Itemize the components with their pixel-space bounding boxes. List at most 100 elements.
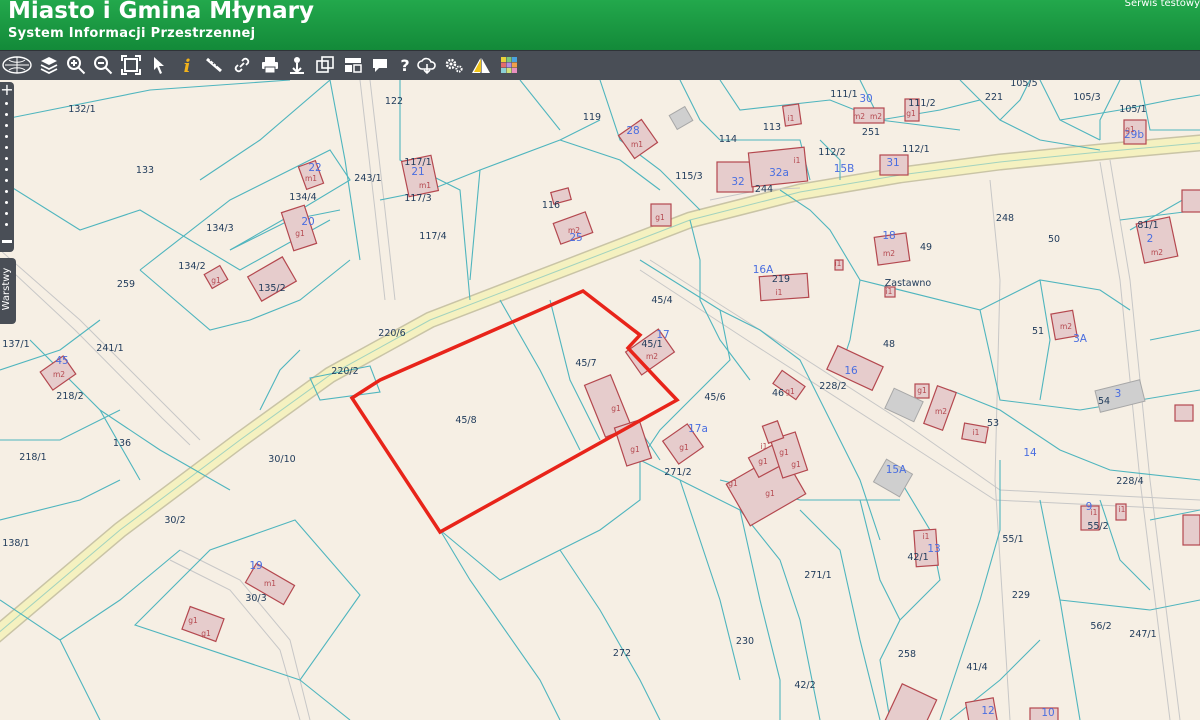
zoom-level-dot[interactable] — [5, 190, 8, 193]
building-type-label: g1 — [1125, 125, 1135, 134]
zoom-level-dot[interactable] — [5, 124, 8, 127]
building-type-label: i1 — [794, 156, 801, 165]
building-type-label: g1 — [211, 276, 221, 285]
cloud-icon[interactable] — [416, 54, 438, 76]
building-type-label: m2 — [1151, 248, 1163, 257]
parcel-number-label: 48 — [883, 339, 895, 350]
parcel-number-label: 45/4 — [651, 295, 672, 306]
comment-icon[interactable] — [369, 54, 391, 76]
select-arrow-icon[interactable] — [148, 54, 170, 76]
address-number-label: 12 — [981, 705, 994, 717]
parcel-number-label: 56/2 — [1090, 621, 1111, 632]
zoom-level-dot[interactable] — [5, 102, 8, 105]
parcel-number-label: 54 — [1098, 396, 1110, 407]
building-type-label: i1 — [761, 442, 768, 451]
parcel-number-label: 45/7 — [575, 358, 596, 369]
parcel-number-label: 49 — [920, 242, 932, 253]
parcel-number-label: 122 — [385, 96, 403, 107]
parcel-number-label: 220/2 — [331, 366, 358, 377]
warning-icon[interactable] — [470, 54, 492, 76]
parcel-number-label: 132/1 — [68, 104, 95, 115]
building-type-label: g1 — [785, 387, 795, 396]
parcel-number-label: 137/1 — [2, 339, 29, 350]
address-number-label: 16A — [753, 264, 774, 276]
zoom-out-icon[interactable] — [92, 54, 114, 76]
building-type-label: m1 — [419, 181, 431, 190]
building-type-label: i1 — [973, 428, 980, 437]
zoom-slider-handle[interactable] — [2, 240, 12, 243]
parcel-number-label: 41/4 — [966, 662, 987, 673]
parcel-number-label: 229 — [1012, 590, 1030, 601]
service-label[interactable]: Serwis testowy — [1125, 0, 1200, 9]
parcel-number-label: 244 — [755, 184, 773, 195]
parcel-number-label: 134/3 — [206, 223, 233, 234]
parcel-number-label: 258 — [898, 649, 916, 660]
zoom-level-dot[interactable] — [5, 168, 8, 171]
building-type-label: m2 — [853, 112, 865, 121]
link-icon[interactable] — [231, 54, 253, 76]
zoom-level-dot[interactable] — [5, 223, 8, 226]
app-header: Miasto i Gmina Młynary System Informacji… — [0, 0, 1200, 50]
zoom-level-dot[interactable] — [5, 146, 8, 149]
building-type-label: m2 — [53, 370, 65, 379]
address-number-label: 19 — [249, 560, 262, 572]
layers-icon[interactable] — [38, 54, 60, 76]
zoom-level-dot[interactable] — [5, 157, 8, 160]
building-type-label: m2 — [568, 226, 580, 235]
zoom-level-dot[interactable] — [5, 179, 8, 182]
address-number-label: 10 — [1041, 707, 1054, 719]
cadastral-map[interactable]: 132/1 122 119 133 117/1 243/1 117/3 134/4 116 134… — [0, 80, 1200, 720]
parcel-number-label: 30/10 — [268, 454, 295, 465]
building-type-label: i1 — [923, 532, 930, 541]
parcel-number-label: 117/3 — [404, 193, 431, 204]
building-type-label: i1 — [776, 288, 783, 297]
parcel-number-label: 243/1 — [354, 173, 381, 184]
zoom-level-dot[interactable] — [5, 201, 8, 204]
parcel-number-label: 113 — [763, 122, 781, 133]
parcel-number-label: 45/6 — [704, 392, 725, 403]
parcel-number-label: 230 — [736, 636, 754, 647]
building-type-label: g1 — [295, 229, 305, 238]
layers-tab-label: Warstwy — [1, 267, 12, 311]
download-icon[interactable] — [286, 54, 308, 76]
color-grid-icon[interactable] — [498, 54, 520, 76]
overview-map-icon[interactable] — [2, 54, 32, 76]
settings-icon[interactable] — [443, 54, 465, 76]
building-type-label: g1 — [188, 616, 198, 625]
parcel-number-label: 228/2 — [819, 381, 846, 392]
building-type-label: i1 — [835, 259, 842, 268]
parcel-number-label: 55/2 — [1087, 521, 1108, 532]
parcel-number-label: 117/4 — [419, 231, 446, 242]
zoom-level-dot[interactable] — [5, 212, 8, 215]
building-type-label: m2 — [1060, 322, 1072, 331]
zoom-level-dot[interactable] — [5, 113, 8, 116]
measure-icon[interactable] — [203, 54, 225, 76]
zoom-in-button[interactable]: + — [0, 82, 14, 98]
layers-tab[interactable]: Warstwy — [0, 258, 16, 324]
building-type-label: g1 — [201, 629, 211, 638]
export-icon[interactable] — [314, 54, 336, 76]
parcel-number-label: 119 — [583, 112, 601, 123]
print-icon[interactable] — [259, 54, 281, 76]
parcel-number-label: 135/2 — [258, 283, 285, 294]
zoom-in-icon[interactable] — [65, 54, 87, 76]
address-number-label: 3 — [1115, 388, 1122, 400]
parcel-number-label: 112/1 — [902, 144, 929, 155]
parcel-number-label: 111/1 — [830, 89, 857, 100]
parcel-number-label: 248 — [996, 213, 1014, 224]
parcel-number-label: 46 — [772, 388, 784, 399]
parcel-number-label: 134/4 — [289, 192, 316, 203]
parcel-number-label: 51 — [1032, 326, 1044, 337]
parcel-number-label: 218/2 — [56, 391, 83, 402]
zoom-extent-icon[interactable] — [120, 54, 142, 76]
parcel-number-label: 220/6 — [378, 328, 405, 339]
address-number-label: 17 — [656, 329, 669, 341]
zoom-level-dot[interactable] — [5, 135, 8, 138]
address-number-label: 31 — [886, 157, 899, 169]
app-subtitle: System Informacji Przestrzennej — [8, 26, 256, 41]
help-icon[interactable]: ? — [394, 54, 416, 76]
info-icon[interactable]: i — [176, 54, 198, 76]
parcel-number-label: 133 — [136, 165, 154, 176]
map-canvas[interactable]: 132/1122119133117/1243/1117/3134/4116134… — [0, 80, 1200, 720]
layout-icon[interactable] — [342, 54, 364, 76]
